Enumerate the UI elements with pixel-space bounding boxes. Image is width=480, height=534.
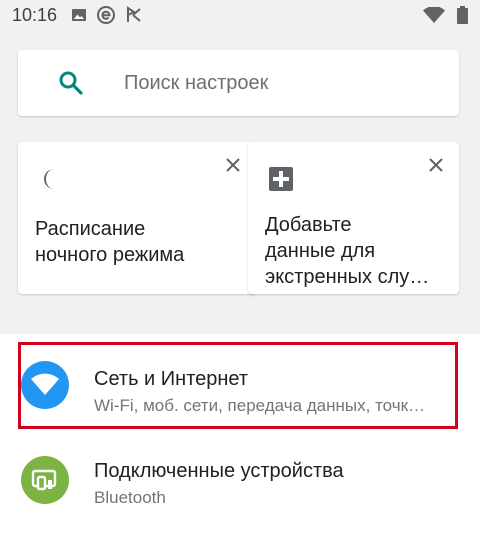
suggestion-card-emergency-info[interactable]: Добавьте данные для экстренных слу… — [248, 142, 459, 294]
search-bar[interactable]: Поиск настроек — [18, 50, 459, 116]
suggestion-line: данные для — [265, 240, 376, 262]
devices-icon-circle — [21, 456, 69, 504]
search-placeholder: Поиск настроек — [124, 72, 269, 94]
settings-item-title: Подключенные устройства — [94, 460, 344, 482]
wifi-icon — [423, 7, 445, 23]
medical-plus-icon — [269, 167, 293, 191]
devices-icon — [31, 469, 57, 491]
suggestion-line: ночного режима — [35, 244, 185, 266]
close-icon[interactable] — [427, 156, 445, 174]
settings-item-title: Сеть и Интернет — [94, 368, 249, 390]
search-icon — [59, 71, 83, 95]
close-icon[interactable] — [224, 156, 242, 174]
settings-item-subtitle: Bluetooth — [94, 488, 166, 507]
settings-item-network[interactable]: Сеть и Интернет Wi-Fi, моб. сети, переда… — [0, 342, 480, 428]
status-time: 10:16 — [12, 4, 58, 25]
wifi-icon — [31, 373, 59, 395]
status-bar: 10:16 — [0, 0, 480, 30]
suggestion-text: Расписание ночного режима — [35, 216, 242, 268]
settings-list: Сеть и Интернет Wi-Fi, моб. сети, переда… — [0, 334, 480, 534]
suggestion-line: Добавьте — [265, 214, 352, 236]
battery-icon — [457, 6, 468, 24]
suggestion-line: экстренных слу… — [265, 266, 430, 288]
settings-item-subtitle: Wi-Fi, моб. сети, передача данных, точк… — [94, 396, 426, 415]
suggestion-card-night-mode[interactable]: Расписание ночного режима — [18, 142, 256, 294]
image-icon — [72, 9, 87, 21]
moon-icon — [44, 169, 54, 189]
suggestion-text: Добавьте данные для экстренных слу… — [265, 212, 445, 290]
flag-icon — [127, 6, 141, 22]
network-icon-circle — [21, 361, 69, 409]
settings-item-connected-devices[interactable]: Подключенные устройства Bluetooth — [0, 438, 480, 524]
e-app-icon — [97, 6, 116, 24]
system-icons — [423, 6, 468, 24]
notification-icons — [71, 6, 143, 24]
suggestion-line: Расписание — [35, 218, 146, 240]
